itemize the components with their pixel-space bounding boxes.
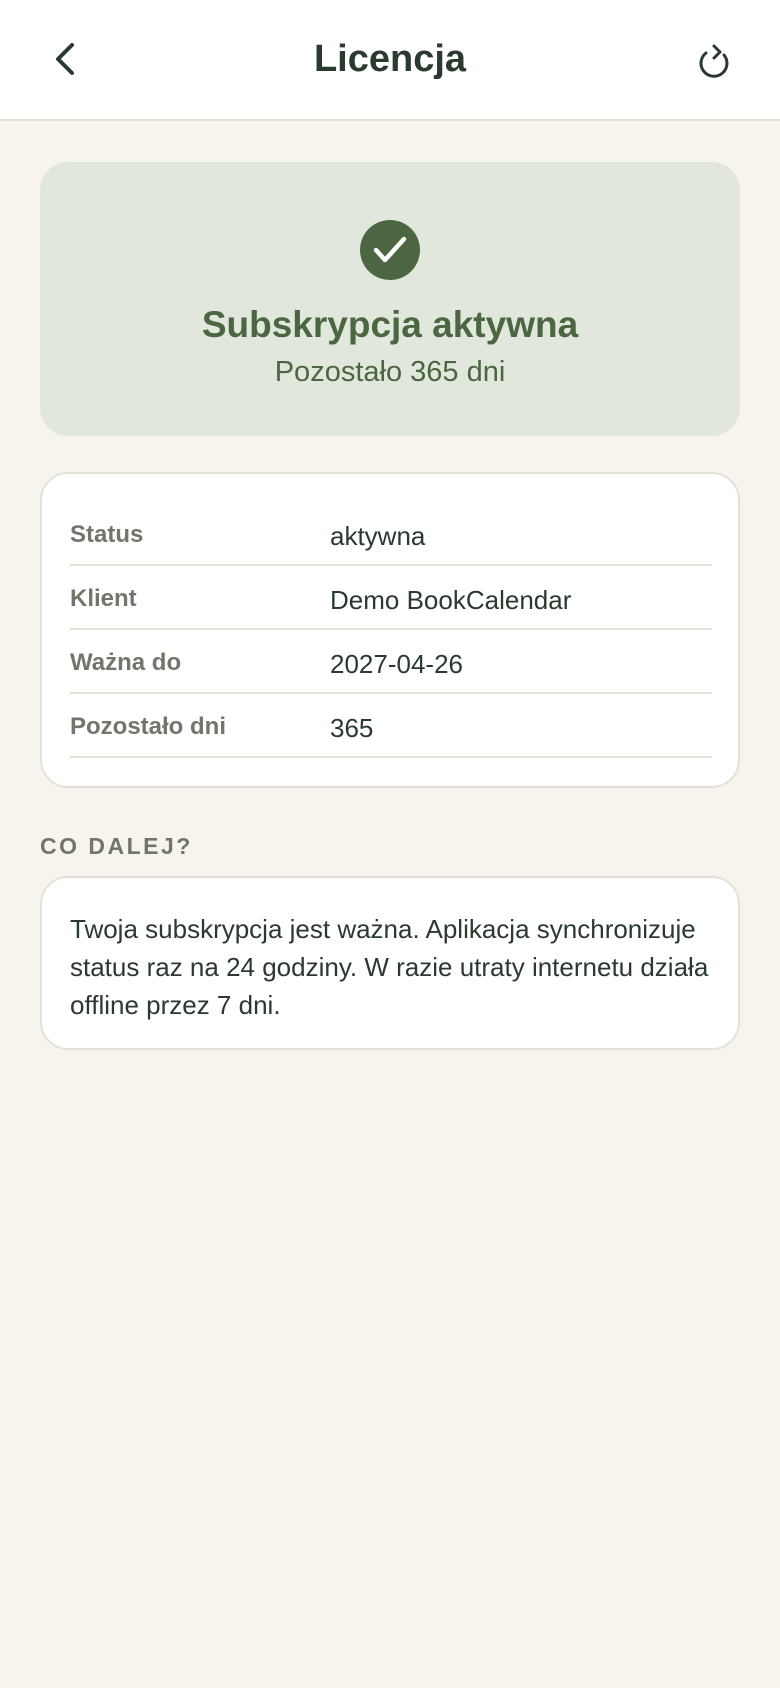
status-headline: Subskrypcja aktywna xyxy=(201,304,579,345)
refresh-button[interactable] xyxy=(688,36,740,88)
next-steps-text: Twoja subskrypcja jest ważna. Aplikacja … xyxy=(70,914,709,1020)
next-steps-card: Twoja subskrypcja jest ważna. Aplikacja … xyxy=(40,876,740,1050)
subscription-status-card: Subskrypcja aktywna Pozostało 365 dni xyxy=(40,162,740,436)
detail-value: 2027-04-26 xyxy=(330,649,463,679)
top-bar: Licencja xyxy=(0,0,780,121)
status-subtitle: Pozostało 365 dni xyxy=(274,356,506,388)
detail-value: 365 xyxy=(330,713,374,743)
detail-value: Demo BookCalendar xyxy=(330,585,572,615)
detail-label: Pozostało dni xyxy=(70,713,226,740)
detail-value: aktywna xyxy=(330,521,426,551)
detail-label: Ważna do xyxy=(70,649,182,676)
detail-row-status: Status aktywna xyxy=(70,502,712,566)
detail-label: Status xyxy=(70,521,144,548)
detail-row-client: Klient Demo BookCalendar xyxy=(70,566,712,630)
next-steps-heading: CO DALEJ? xyxy=(40,833,193,859)
check-circle-icon xyxy=(360,220,420,280)
page-title: Licencja xyxy=(313,38,467,80)
detail-row-valid-until: Ważna do 2027-04-26 xyxy=(70,630,712,694)
detail-row-days-left: Pozostało dni 365 xyxy=(70,694,712,758)
refresh-icon xyxy=(699,44,729,78)
license-details-card: Status aktywna Klient Demo BookCalendar … xyxy=(40,472,740,788)
detail-label: Klient xyxy=(70,585,137,612)
